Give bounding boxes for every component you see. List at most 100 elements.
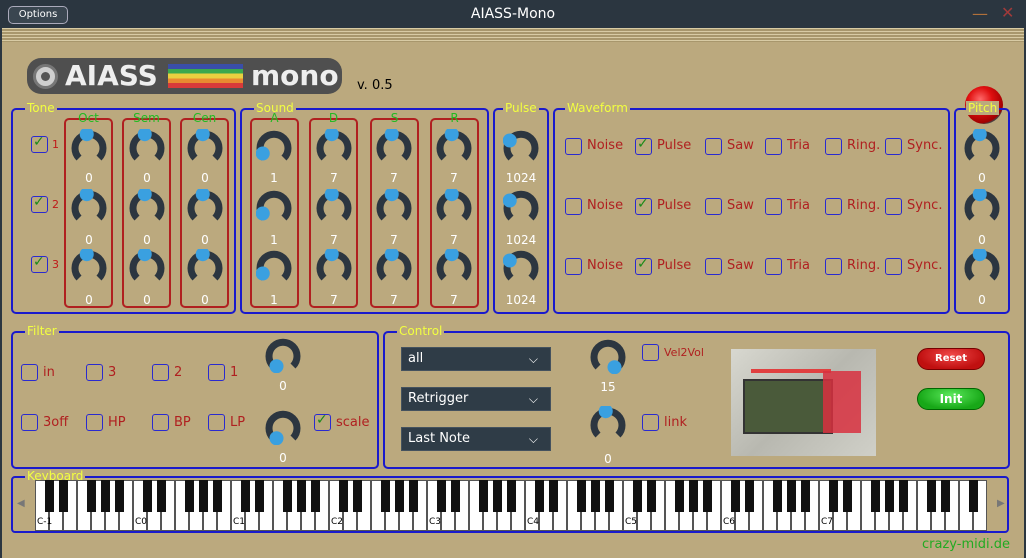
reset-button[interactable]: Reset: [917, 348, 985, 370]
black-key[interactable]: [241, 480, 250, 512]
black-key[interactable]: [927, 480, 936, 512]
waveform-noise-checkbox[interactable]: [565, 138, 582, 155]
minimize-icon[interactable]: —: [972, 4, 988, 23]
black-key[interactable]: [801, 480, 810, 512]
tone-oct-knob[interactable]: [71, 129, 107, 165]
waveform-saw-checkbox[interactable]: [705, 258, 722, 275]
waveform-tria-checkbox[interactable]: [765, 258, 782, 275]
black-key[interactable]: [311, 480, 320, 512]
waveform-saw-checkbox[interactable]: [705, 138, 722, 155]
black-key[interactable]: [829, 480, 838, 512]
footer-link[interactable]: crazy-midi.de: [922, 537, 1010, 552]
black-key[interactable]: [577, 480, 586, 512]
waveform-pulse-checkbox[interactable]: [635, 136, 652, 155]
sound-r-knob[interactable]: [436, 129, 472, 165]
sound-d-knob[interactable]: [316, 249, 352, 285]
control-dropdown-0[interactable]: all ⌵: [401, 347, 551, 371]
tone-sem-knob[interactable]: [129, 129, 165, 165]
filter-bp-checkbox[interactable]: [152, 414, 169, 431]
waveform-tria-checkbox[interactable]: [765, 138, 782, 155]
black-key[interactable]: [45, 480, 54, 512]
black-key[interactable]: [395, 480, 404, 512]
black-key[interactable]: [549, 480, 558, 512]
waveform-noise-checkbox[interactable]: [565, 258, 582, 275]
tone-cen-knob[interactable]: [187, 129, 223, 165]
black-key[interactable]: [647, 480, 656, 512]
black-key[interactable]: [689, 480, 698, 512]
black-key[interactable]: [283, 480, 292, 512]
filter-3-checkbox[interactable]: [86, 364, 103, 381]
black-key[interactable]: [115, 480, 124, 512]
tone-cen-knob[interactable]: [187, 189, 223, 225]
black-key[interactable]: [339, 480, 348, 512]
filter-cutoff-knob[interactable]: [265, 337, 301, 373]
waveform-ring-checkbox[interactable]: [825, 138, 842, 155]
sound-a-knob[interactable]: [256, 189, 292, 225]
pitch-knob[interactable]: [964, 129, 1000, 165]
pitch-knob[interactable]: [964, 189, 1000, 225]
black-key[interactable]: [871, 480, 880, 512]
black-key[interactable]: [969, 480, 978, 512]
black-key[interactable]: [675, 480, 684, 512]
black-key[interactable]: [255, 480, 264, 512]
control-dropdown-1[interactable]: Retrigger ⌵: [401, 387, 551, 411]
init-button[interactable]: Init: [917, 388, 985, 410]
black-key[interactable]: [143, 480, 152, 512]
black-key[interactable]: [451, 480, 460, 512]
waveform-ring-checkbox[interactable]: [825, 258, 842, 275]
sound-s-knob[interactable]: [376, 249, 412, 285]
control-link-knob[interactable]: [590, 406, 626, 442]
tone-cen-knob[interactable]: [187, 249, 223, 285]
black-key[interactable]: [507, 480, 516, 512]
vel2vol-checkbox[interactable]: [642, 344, 659, 361]
sound-s-knob[interactable]: [376, 189, 412, 225]
black-key[interactable]: [703, 480, 712, 512]
filter-hp-checkbox[interactable]: [86, 414, 103, 431]
link-checkbox[interactable]: [642, 414, 659, 431]
black-key[interactable]: [381, 480, 390, 512]
waveform-sync-checkbox[interactable]: [885, 138, 902, 155]
control-velocity-knob[interactable]: [590, 338, 626, 374]
filter-lp-checkbox[interactable]: [208, 414, 225, 431]
filter-1-checkbox[interactable]: [208, 364, 225, 381]
black-key[interactable]: [605, 480, 614, 512]
black-key[interactable]: [941, 480, 950, 512]
sound-r-knob[interactable]: [436, 189, 472, 225]
tone-sem-knob[interactable]: [129, 249, 165, 285]
black-key[interactable]: [59, 480, 68, 512]
black-key[interactable]: [731, 480, 740, 512]
filter-2-checkbox[interactable]: [152, 364, 169, 381]
waveform-pulse-checkbox[interactable]: [635, 196, 652, 215]
black-key[interactable]: [437, 480, 446, 512]
black-key[interactable]: [745, 480, 754, 512]
waveform-ring-checkbox[interactable]: [825, 198, 842, 215]
keyboard-right-arrow-icon[interactable]: ▶: [997, 498, 1005, 509]
black-key[interactable]: [297, 480, 306, 512]
tone-voice-1-checkbox[interactable]: [31, 134, 48, 153]
black-key[interactable]: [213, 480, 222, 512]
waveform-pulse-checkbox[interactable]: [635, 256, 652, 275]
keyboard-left-arrow-icon[interactable]: ◀: [17, 498, 25, 509]
tone-oct-knob[interactable]: [71, 249, 107, 285]
black-key[interactable]: [185, 480, 194, 512]
black-key[interactable]: [633, 480, 642, 512]
tone-oct-knob[interactable]: [71, 189, 107, 225]
black-key[interactable]: [87, 480, 96, 512]
black-key[interactable]: [199, 480, 208, 512]
filter-3off-checkbox[interactable]: [21, 414, 38, 431]
black-key[interactable]: [157, 480, 166, 512]
pulse-width-knob[interactable]: [503, 249, 539, 285]
black-key[interactable]: [353, 480, 362, 512]
waveform-noise-checkbox[interactable]: [565, 198, 582, 215]
waveform-saw-checkbox[interactable]: [705, 198, 722, 215]
tone-voice-2-checkbox[interactable]: [31, 194, 48, 213]
control-dropdown-2[interactable]: Last Note ⌵: [401, 427, 551, 451]
sound-a-knob[interactable]: [256, 249, 292, 285]
sound-s-knob[interactable]: [376, 129, 412, 165]
black-key[interactable]: [843, 480, 852, 512]
black-key[interactable]: [479, 480, 488, 512]
black-key[interactable]: [409, 480, 418, 512]
sound-a-knob[interactable]: [256, 129, 292, 165]
sound-d-knob[interactable]: [316, 129, 352, 165]
close-icon[interactable]: ✕: [1001, 3, 1014, 22]
